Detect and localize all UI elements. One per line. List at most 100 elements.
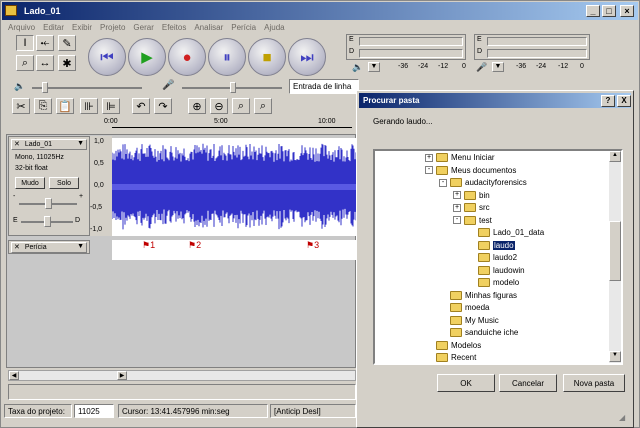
timeshift-tool-icon[interactable]: ↔ bbox=[36, 55, 54, 71]
tree-node[interactable]: Modelos bbox=[425, 340, 482, 350]
tree-scrollbar[interactable]: ▲ ▼ bbox=[609, 151, 621, 363]
tree-node[interactable]: + src bbox=[453, 203, 490, 212]
mute-button[interactable]: Mudo bbox=[15, 177, 45, 189]
label-track-area[interactable]: ⚑1 ⚑2 ⚑3 bbox=[112, 240, 357, 260]
solo-button[interactable]: Solo bbox=[49, 177, 79, 189]
maximize-button[interactable]: □ bbox=[602, 5, 616, 17]
label-marker[interactable]: ⚑3 bbox=[306, 240, 319, 251]
track-close-icon[interactable]: ✕ bbox=[14, 141, 20, 148]
tree-node[interactable]: + Menu Iniciar bbox=[425, 153, 495, 162]
undo-icon[interactable]: ↶ bbox=[132, 98, 150, 114]
menu-item[interactable]: Editar bbox=[43, 23, 64, 32]
ok-button[interactable]: OK bbox=[437, 374, 495, 392]
tree-node[interactable]: - Meus documentos bbox=[425, 165, 516, 175]
folder-tree[interactable]: ▲ ▼ + Menu Iniciar - Meus documentos - audaci… bbox=[373, 149, 623, 365]
menu-item[interactable]: Arquivo bbox=[8, 23, 35, 32]
label-marker[interactable]: ⚑2 bbox=[188, 240, 201, 251]
tree-scroll-thumb[interactable] bbox=[609, 221, 621, 281]
zoom-out-icon[interactable]: ⊖ bbox=[210, 98, 228, 114]
dialog-close-button[interactable]: X bbox=[617, 95, 631, 107]
input-source-select[interactable]: Entrada de linha bbox=[289, 79, 359, 94]
output-volume-thumb[interactable] bbox=[42, 82, 48, 93]
label-marker[interactable]: ⚑1 bbox=[142, 240, 155, 251]
cancel-button[interactable]: Cancelar bbox=[499, 374, 557, 392]
redo-icon[interactable]: ↷ bbox=[154, 98, 172, 114]
pause-icon[interactable]: ⏸ bbox=[208, 38, 246, 76]
zoom-in-icon[interactable]: ⊕ bbox=[188, 98, 206, 114]
meter-bar-right bbox=[359, 49, 463, 58]
label-track-close-icon[interactable]: ✕ bbox=[14, 244, 20, 251]
fit-project-icon[interactable]: ⌕ bbox=[254, 98, 272, 114]
ruler-tick-label: 0:00 bbox=[104, 118, 118, 125]
paste-icon[interactable]: 📋 bbox=[56, 98, 74, 114]
tree-scroll-down-icon[interactable]: ▼ bbox=[609, 351, 621, 362]
skip-start-icon[interactable]: ⏮ bbox=[88, 38, 126, 76]
record-icon[interactable]: ● bbox=[168, 38, 206, 76]
fit-selection-icon[interactable]: ⌕ bbox=[232, 98, 250, 114]
minimize-button[interactable]: _ bbox=[586, 5, 600, 17]
marker-text: 2 bbox=[196, 240, 202, 250]
tree-node[interactable]: + bin bbox=[453, 190, 490, 200]
track-menu-icon[interactable]: ▼ bbox=[77, 140, 84, 147]
stop-icon[interactable]: ■ bbox=[248, 38, 286, 76]
tree-node[interactable]: laudowin bbox=[467, 265, 525, 275]
draw-tool-icon[interactable]: ✎ bbox=[58, 35, 76, 51]
menu-item[interactable]: Gerar bbox=[133, 23, 153, 32]
tree-expander-icon[interactable]: + bbox=[453, 203, 461, 212]
tree-node-label: Modelos bbox=[451, 340, 482, 350]
scroll-left-icon[interactable]: ◀ bbox=[9, 371, 19, 380]
timeline-ruler[interactable]: 0:00 5:00 10:00 bbox=[8, 118, 352, 132]
tree-node[interactable]: sanduiche iche bbox=[439, 328, 518, 337]
menu-item[interactable]: Exibir bbox=[72, 23, 92, 32]
menu-item[interactable]: Perícia bbox=[231, 23, 256, 32]
input-volume-thumb[interactable] bbox=[230, 82, 236, 93]
label-track-name-button[interactable]: ✕ Perícia ▼ bbox=[11, 242, 87, 253]
tree-node[interactable]: Minhas figuras bbox=[439, 290, 517, 300]
menu-item[interactable]: Efeitos bbox=[162, 23, 186, 32]
menu-item[interactable]: Analisar bbox=[194, 23, 223, 32]
project-rate-input[interactable]: 11025 bbox=[74, 404, 114, 418]
tree-expander-icon[interactable]: - bbox=[425, 166, 433, 174]
tree-expander-icon[interactable]: + bbox=[453, 191, 461, 199]
tree-expander-icon[interactable]: - bbox=[439, 178, 447, 187]
envelope-tool-icon[interactable]: ⤝ bbox=[36, 35, 54, 51]
tree-node[interactable]: Lado_01_data bbox=[467, 228, 544, 237]
trim-icon[interactable]: ⊪ bbox=[80, 98, 98, 114]
tree-scroll-up-icon[interactable]: ▲ bbox=[609, 151, 621, 162]
silence-icon[interactable]: ⊫ bbox=[102, 98, 120, 114]
input-meter-menu-icon[interactable]: ▼ bbox=[492, 62, 504, 72]
scroll-right-icon[interactable]: ▶ bbox=[117, 371, 127, 380]
close-button[interactable]: × bbox=[620, 5, 634, 17]
tree-expander-icon[interactable]: + bbox=[425, 153, 433, 162]
label-track-menu-icon[interactable]: ▼ bbox=[77, 243, 84, 250]
skip-end-icon[interactable]: ⏭ bbox=[288, 38, 326, 76]
waveform-display[interactable] bbox=[112, 138, 357, 236]
tree-node[interactable]: modelo bbox=[467, 278, 519, 287]
horizontal-scrollbar[interactable]: ◀ ▶ bbox=[8, 370, 356, 381]
tree-node[interactable]: moeda bbox=[439, 303, 489, 312]
selection-tool-icon[interactable]: I bbox=[16, 35, 34, 51]
cut-icon[interactable]: ✂ bbox=[12, 98, 30, 114]
menu-item[interactable]: Ajuda bbox=[264, 23, 284, 32]
dialog-help-button[interactable]: ? bbox=[601, 95, 615, 107]
tree-node[interactable]: My Music bbox=[439, 315, 499, 325]
multi-tool-icon[interactable]: ✱ bbox=[58, 55, 76, 71]
tree-node[interactable]: laudo bbox=[467, 240, 515, 250]
resize-grip-icon[interactable]: ◢ bbox=[619, 413, 631, 425]
tree-node[interactable]: - audacityforensics bbox=[439, 178, 527, 187]
pan-slider-thumb[interactable] bbox=[44, 216, 51, 227]
copy-icon[interactable]: ⎘ bbox=[34, 98, 52, 114]
zoom-tool-icon[interactable]: ⌕ bbox=[16, 55, 34, 71]
gain-slider-thumb[interactable] bbox=[45, 198, 52, 209]
output-volume-slider[interactable] bbox=[32, 87, 142, 89]
tree-node[interactable]: - test bbox=[453, 215, 492, 225]
new-folder-button[interactable]: Nova pasta bbox=[563, 374, 625, 392]
tree-node[interactable]: laudo2 bbox=[467, 253, 517, 262]
output-meter-menu-icon[interactable]: ▼ bbox=[368, 62, 380, 72]
tree-node[interactable]: Recent bbox=[425, 353, 476, 362]
help-glyph: ? bbox=[605, 96, 611, 105]
play-icon[interactable]: ▶ bbox=[128, 38, 166, 76]
tree-expander-icon[interactable]: - bbox=[453, 216, 461, 224]
track-name-button[interactable]: ✕ Lado_01 ▼ bbox=[11, 139, 87, 150]
menu-item[interactable]: Projeto bbox=[100, 23, 125, 32]
